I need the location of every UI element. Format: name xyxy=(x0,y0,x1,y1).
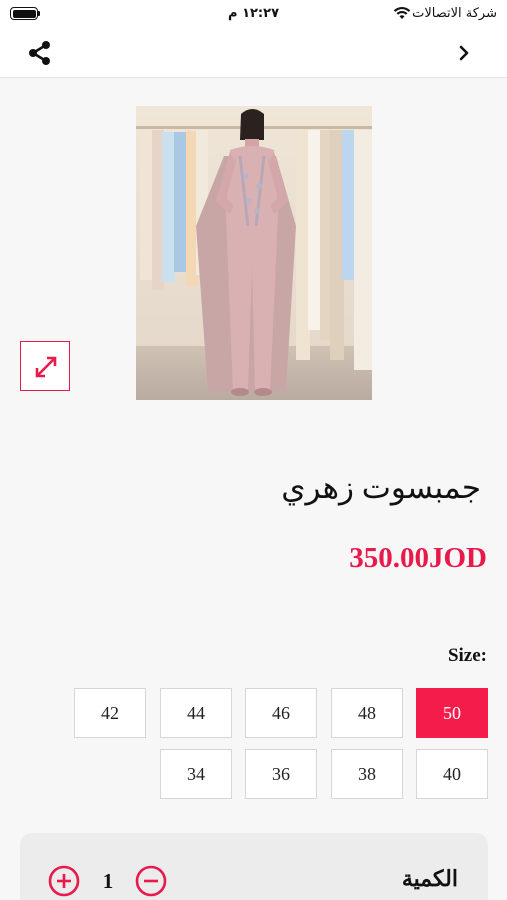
plus-icon[interactable] xyxy=(48,865,80,897)
product-price: 350.00JOD xyxy=(349,542,487,574)
quantity-value: 1 xyxy=(102,869,114,893)
expand-image-button[interactable] xyxy=(20,341,70,391)
product-photo xyxy=(136,106,372,400)
size-option-48[interactable]: 48 xyxy=(331,688,403,738)
nav-bar xyxy=(0,28,507,78)
quantity-label: الكمية xyxy=(401,866,458,891)
size-option-38[interactable]: 38 xyxy=(331,749,403,799)
quantity-card: الكمية 1 xyxy=(20,833,488,900)
size-option-36[interactable]: 36 xyxy=(245,749,317,799)
minus-icon[interactable] xyxy=(135,865,167,897)
expand-icon xyxy=(35,356,57,378)
size-option-34[interactable]: 34 xyxy=(160,749,232,799)
size-label: Size: xyxy=(447,645,487,666)
share-icon[interactable] xyxy=(26,39,54,67)
size-option-44[interactable]: 44 xyxy=(160,688,232,738)
carrier-name: شركة الاتصالات xyxy=(412,6,497,21)
size-option-46[interactable]: 46 xyxy=(245,688,317,738)
size-option-50[interactable]: 50 xyxy=(416,688,488,738)
size-option-40[interactable]: 40 xyxy=(416,749,488,799)
chevron-right-icon[interactable] xyxy=(455,42,473,64)
status-bar: ١٢:٢٧ م شركة الاتصالات xyxy=(0,0,507,28)
size-option-42[interactable]: 42 xyxy=(74,688,146,738)
product-image[interactable] xyxy=(136,106,372,400)
product-title: جمبسوت زهري xyxy=(281,470,481,505)
wifi-icon xyxy=(393,7,411,19)
